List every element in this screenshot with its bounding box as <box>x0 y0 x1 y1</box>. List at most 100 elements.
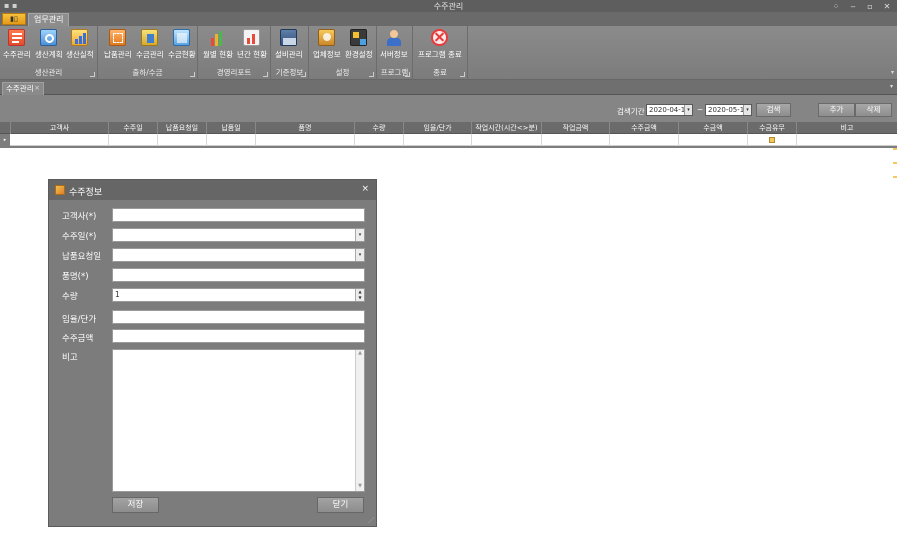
search-button[interactable]: 검색 <box>756 103 791 117</box>
row-indicator-icon: ▸ <box>0 134 10 146</box>
qty-value: 1 <box>115 290 120 299</box>
collection-status-icon <box>173 29 191 46</box>
exit-icon <box>431 29 449 46</box>
dialog-title-bar[interactable]: 수주정보 × <box>49 180 376 200</box>
order-date-field[interactable]: ▾ <box>112 228 365 242</box>
grid-scroll-marker <box>893 148 897 188</box>
column-header-delivery-date[interactable]: 납품일 <box>206 122 255 134</box>
column-header-work-amount[interactable]: 작업금액 <box>541 122 609 134</box>
order-amount-label: 수주금액 <box>62 334 94 344</box>
column-header-collected-flag[interactable]: 수금유무 <box>747 122 796 134</box>
qty-label: 수량 <box>62 292 78 302</box>
title-bar: ▪ ▪ 수주관리 ⁘ ‒ ▫ ✕ <box>0 0 897 12</box>
doc-tab-order-management[interactable]: 수주관리 × <box>2 82 44 95</box>
group-launcher-icon[interactable] <box>405 72 410 77</box>
date-from-field[interactable]: 2020-04-18 ▾ <box>646 104 693 116</box>
ribbon-group-program: 서버정보 프로그램 <box>377 26 413 80</box>
order-management-button[interactable]: 수주관리 <box>3 29 31 65</box>
company-info-button[interactable]: 업체정보 <box>313 29 341 65</box>
group-label-production: 생산관리 <box>34 68 63 77</box>
ribbon-tab-row: ▮▯ 업무관리 <box>0 12 897 26</box>
group-label-shipping: 출하/수금 <box>132 68 163 77</box>
ribbon-group-master: 설비관리 기준정보 <box>271 26 309 80</box>
collected-checkbox[interactable] <box>769 137 775 143</box>
group-launcher-icon[interactable] <box>301 72 306 77</box>
customer-field[interactable] <box>112 208 365 222</box>
group-launcher-icon[interactable] <box>90 72 95 77</box>
chevron-down-icon[interactable]: ▾ <box>743 105 751 115</box>
collection-management-button[interactable]: 수금관리 <box>136 29 164 65</box>
grid-header: 고객사 수주일 납품요청일 납품일 품명 수량 임율/단가 작업시간(시간<>분… <box>0 122 897 134</box>
qty-stepper[interactable]: 1 ▲ ▼ <box>112 288 365 302</box>
chevron-down-icon[interactable]: ▾ <box>684 105 692 115</box>
delivery-management-button[interactable]: 납품관리 <box>104 29 132 65</box>
column-header-order-date[interactable]: 수주일 <box>108 122 157 134</box>
ribbon-group-production: 수주관리 생산계획 생산실적 생산관리 <box>0 26 98 80</box>
group-launcher-icon[interactable] <box>460 72 465 77</box>
group-label-settings: 설정 <box>335 68 350 77</box>
monthly-status-button[interactable]: 월별 현황 <box>203 29 233 65</box>
column-header-work-time[interactable]: 작업시간(시간<>분) <box>471 122 541 134</box>
memo-scrollbar[interactable]: ▲ ▼ <box>355 350 364 491</box>
doc-tab-label: 수주관리 <box>6 84 34 93</box>
column-header-rate[interactable]: 임율/단가 <box>403 122 471 134</box>
production-plan-button[interactable]: 생산계획 <box>35 29 63 65</box>
chart-doc-icon <box>243 29 261 46</box>
collected-flag-cell[interactable] <box>747 134 796 146</box>
column-header-note[interactable]: 비고 <box>796 122 897 134</box>
doc-tab-close-icon[interactable]: × <box>34 83 40 94</box>
server-info-button[interactable]: 서버정보 <box>380 29 408 65</box>
document-tab-strip: 수주관리 × ▾ <box>0 80 897 95</box>
dialog-title: 수주정보 <box>69 188 103 198</box>
item-field[interactable] <box>112 268 365 282</box>
factory-icon <box>280 29 298 46</box>
column-header-item[interactable]: 품명 <box>255 122 354 134</box>
scroll-up-icon[interactable]: ▲ <box>356 350 364 358</box>
column-header-collected-amount[interactable]: 수금액 <box>678 122 747 134</box>
ribbon-group-exit: 프로그램 종료 종료 <box>413 26 468 80</box>
resize-grip-icon[interactable]: ⋰ <box>368 517 374 524</box>
spin-icon[interactable]: ▲ ▼ <box>355 289 364 301</box>
equipment-management-button[interactable]: 설비관리 <box>275 29 303 65</box>
scroll-down-icon[interactable]: ▼ <box>356 483 364 491</box>
save-button[interactable]: 저장 <box>112 497 159 513</box>
collection-status-button[interactable]: 수금현황 <box>168 29 196 65</box>
memo-textarea[interactable]: ▲ ▼ <box>112 349 365 492</box>
collection-icon <box>141 29 159 46</box>
group-launcher-icon[interactable] <box>369 72 374 77</box>
exit-program-button[interactable]: 프로그램 종료 <box>418 29 462 65</box>
date-to-field[interactable]: 2020-05-18 ▾ <box>705 104 752 116</box>
column-header-customer[interactable]: 고객사 <box>10 122 108 134</box>
ribbon-tab-business[interactable]: 업무관리 <box>28 13 70 26</box>
close-icon[interactable]: × <box>361 184 369 194</box>
settings-icon <box>350 29 368 46</box>
minimize-icon[interactable]: ‒ <box>849 2 857 11</box>
customer-label: 고객사(*) <box>62 212 97 222</box>
date-range-separator: ~ <box>697 105 704 114</box>
column-header-order-amount[interactable]: 수주금액 <box>609 122 678 134</box>
restore-icon[interactable]: ▫ <box>866 2 874 11</box>
add-button[interactable]: 추가 <box>818 103 855 117</box>
column-header-qty[interactable]: 수량 <box>354 122 403 134</box>
table-row[interactable]: ▸ <box>0 134 897 146</box>
chevron-down-icon[interactable]: ▾ <box>355 229 364 241</box>
rate-field[interactable] <box>112 310 365 324</box>
doc-tab-dropdown-icon[interactable]: ▾ <box>890 83 893 90</box>
ribbon-collapse-icon[interactable]: ▾ <box>891 69 894 76</box>
order-amount-field[interactable] <box>112 329 365 343</box>
column-header-request-date[interactable]: 납품요청일 <box>157 122 206 134</box>
request-date-field[interactable]: ▾ <box>112 248 365 262</box>
production-result-button[interactable]: 생산실적 <box>66 29 94 65</box>
dialog-close-button[interactable]: 닫기 <box>317 497 364 513</box>
search-toolbar: 검색기간 2020-04-18 ▾ ~ 2020-05-18 ▾ 검색 추가 삭… <box>0 95 897 122</box>
group-launcher-icon[interactable] <box>190 72 195 77</box>
yearly-status-button[interactable]: 년간 현황 <box>237 29 267 65</box>
skin-icon[interactable]: ⁘ <box>832 2 840 11</box>
delete-button[interactable]: 삭제 <box>855 103 892 117</box>
environment-settings-button[interactable]: 환경설정 <box>345 29 373 65</box>
chevron-down-icon[interactable]: ▾ <box>355 249 364 261</box>
item-label: 품명(*) <box>62 272 89 282</box>
application-menu-button[interactable]: ▮▯ <box>2 13 26 25</box>
group-launcher-icon[interactable] <box>263 72 268 77</box>
close-icon[interactable]: ✕ <box>883 2 891 11</box>
